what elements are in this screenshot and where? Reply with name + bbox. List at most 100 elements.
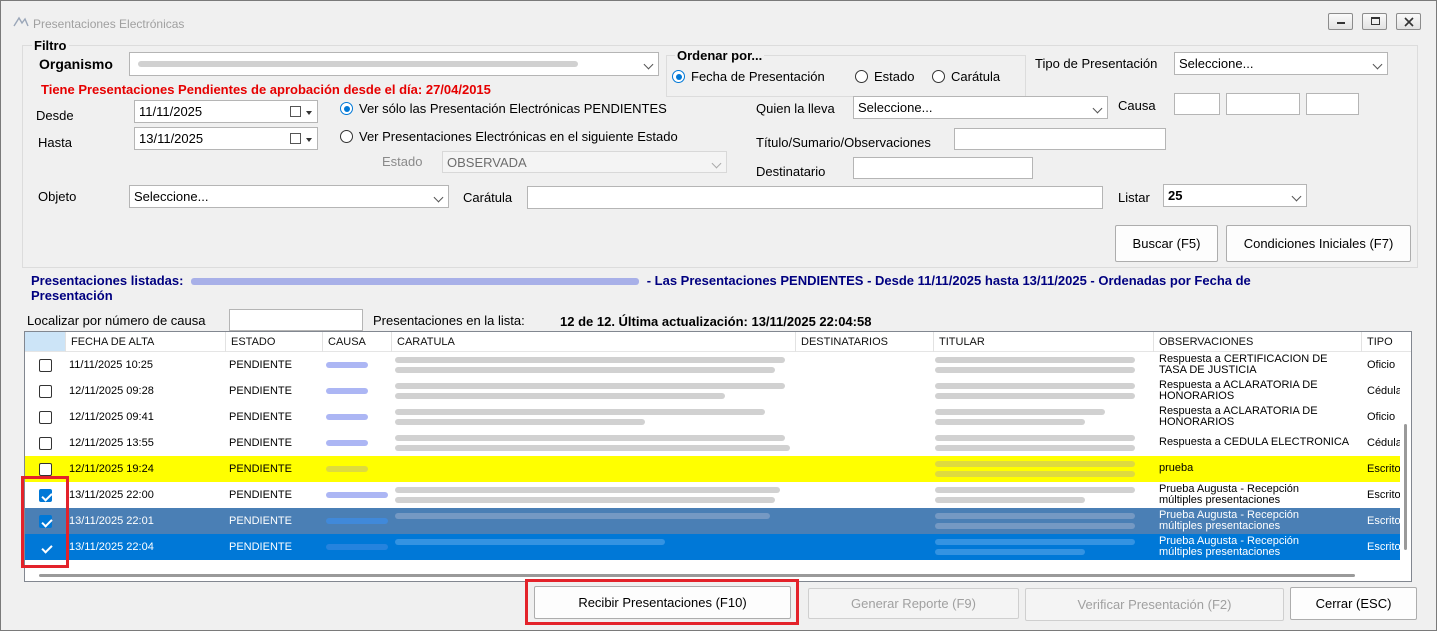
cell-causa-redacted[interactable] bbox=[326, 388, 368, 394]
cell-titular-redacted bbox=[935, 523, 1135, 529]
cell-titular-redacted bbox=[935, 409, 1105, 415]
radio-ordenar-fecha[interactable] bbox=[672, 70, 685, 83]
col-estado[interactable]: ESTADO bbox=[231, 336, 275, 348]
cell-observaciones: Respuesta a CERTIFICACION DE TASA DE JUST… bbox=[1159, 353, 1328, 376]
row-checkbox[interactable] bbox=[39, 385, 52, 398]
cell-causa-redacted[interactable] bbox=[326, 518, 388, 524]
table-row[interactable]: 12/11/2025 09:41 PENDIENTE Respuesta a ACL… bbox=[25, 404, 1400, 430]
listar-select[interactable]: 25 bbox=[1163, 184, 1307, 207]
chevron-down-icon bbox=[643, 59, 654, 70]
vertical-scroll-thumb[interactable] bbox=[1404, 424, 1407, 550]
tipo-select[interactable]: Seleccione... bbox=[1174, 52, 1388, 75]
col-observaciones[interactable]: OBSERVACIONES bbox=[1159, 336, 1253, 348]
table-row[interactable]: 13/11/2025 22:00 PENDIENTE Prueba Augusta … bbox=[25, 482, 1400, 508]
hasta-label: Hasta bbox=[38, 135, 72, 150]
quien-label: Quien la lleva bbox=[756, 101, 835, 116]
horizontal-scroll-thumb[interactable] bbox=[39, 574, 1355, 577]
cell-causa-redacted[interactable] bbox=[326, 492, 388, 498]
cell-caratula-redacted bbox=[395, 539, 665, 545]
select-all-header[interactable] bbox=[25, 332, 65, 351]
minimize-button[interactable] bbox=[1328, 13, 1353, 30]
objeto-value: Seleccione... bbox=[134, 189, 209, 204]
objeto-select[interactable]: Seleccione... bbox=[129, 185, 449, 208]
cell-caratula-redacted bbox=[395, 419, 645, 425]
localizar-input[interactable] bbox=[229, 309, 363, 331]
cell-titular-redacted bbox=[935, 393, 1135, 399]
cell-causa-redacted[interactable] bbox=[326, 466, 368, 472]
radio-ordenar-estado[interactable] bbox=[855, 70, 868, 83]
radio-ordenar-caratula[interactable] bbox=[932, 70, 945, 83]
ordenar-fecha-label[interactable]: Fecha de Presentación bbox=[691, 69, 825, 84]
table-row[interactable]: 13/11/2025 22:04 PENDIENTE Prueba Augusta … bbox=[25, 534, 1400, 560]
calendar-icon[interactable] bbox=[290, 133, 301, 144]
col-causa[interactable]: CAUSA bbox=[328, 336, 366, 348]
estado-label: Estado bbox=[382, 154, 423, 169]
titulo-label: Título/Sumario/Observaciones bbox=[756, 135, 931, 150]
tipo-value: Seleccione... bbox=[1179, 56, 1254, 71]
cell-titular-redacted bbox=[935, 461, 1135, 467]
destinatario-input[interactable] bbox=[853, 157, 1033, 179]
table-row[interactable]: 11/11/2025 10:25 PENDIENTE Respuesta a CER… bbox=[25, 352, 1400, 378]
caratula-input[interactable] bbox=[527, 186, 1103, 209]
cell-tipo: Oficio bbox=[1367, 411, 1396, 423]
cell-causa-redacted[interactable] bbox=[326, 414, 368, 420]
col-fecha[interactable]: FECHA DE ALTA bbox=[71, 336, 154, 348]
grid-header: FECHA DE ALTA ESTADO CAUSA CARATULA DEST… bbox=[25, 332, 1411, 352]
presentaciones-grid: FECHA DE ALTA ESTADO CAUSA CARATULA DEST… bbox=[24, 331, 1412, 582]
row-checkbox[interactable] bbox=[39, 359, 52, 372]
row-checkbox[interactable] bbox=[39, 411, 52, 424]
cell-tipo: Escrito bbox=[1367, 489, 1400, 501]
causa-input-1[interactable] bbox=[1174, 93, 1220, 115]
causa-input-3[interactable] bbox=[1306, 93, 1359, 115]
cell-causa-redacted[interactable] bbox=[326, 440, 368, 446]
hasta-date-input[interactable]: 13/11/2025 bbox=[134, 127, 318, 150]
condiciones-iniciales-button[interactable]: Condiciones Iniciales (F7) bbox=[1226, 225, 1411, 262]
table-row[interactable]: 12/11/2025 13:55 PENDIENTE Respuesta a CED… bbox=[25, 430, 1400, 456]
close-button[interactable] bbox=[1396, 13, 1421, 30]
verificar-presentacion-button[interactable]: Verificar Presentación (F2) bbox=[1025, 588, 1284, 621]
radio-estado-label[interactable]: Ver Presentaciones Electrónicas en el si… bbox=[359, 129, 678, 144]
cell-fecha: 12/11/2025 09:28 bbox=[69, 385, 154, 397]
summary-suffix: - Las Presentaciones PENDIENTES - Desde … bbox=[646, 273, 1251, 288]
col-tipo[interactable]: TIPO bbox=[1367, 336, 1393, 348]
ordenar-estado-label[interactable]: Estado bbox=[874, 69, 914, 84]
calendar-icon[interactable] bbox=[290, 106, 301, 117]
maximize-button[interactable] bbox=[1362, 13, 1387, 30]
buscar-button[interactable]: Buscar (F5) bbox=[1115, 225, 1218, 262]
causa-input-2[interactable] bbox=[1226, 93, 1300, 115]
cell-causa-redacted[interactable] bbox=[326, 544, 388, 550]
cell-titular-redacted bbox=[935, 549, 1085, 555]
summary-line-1: Presentaciones listadas: - Las Presentac… bbox=[31, 273, 1251, 288]
col-caratula[interactable]: CARATULA bbox=[397, 336, 455, 348]
table-row[interactable]: 12/11/2025 09:28 PENDIENTE Respuesta a ACL… bbox=[25, 378, 1400, 404]
app-logo-icon bbox=[13, 16, 29, 27]
cell-titular-redacted bbox=[935, 539, 1135, 545]
col-titular[interactable]: TITULAR bbox=[939, 336, 985, 348]
cell-causa-redacted[interactable] bbox=[326, 362, 368, 368]
radio-estado[interactable] bbox=[340, 130, 353, 143]
col-destinatarios[interactable]: DESTINATARIOS bbox=[801, 336, 888, 348]
cell-fecha: 13/11/2025 22:00 bbox=[69, 489, 154, 501]
row-checkbox[interactable] bbox=[39, 463, 52, 476]
estado-select[interactable]: OBSERVADA bbox=[442, 151, 727, 173]
desde-date-input[interactable]: 11/11/2025 bbox=[134, 100, 318, 123]
minimize-icon bbox=[1337, 22, 1345, 24]
row-checkbox[interactable] bbox=[39, 437, 52, 450]
radio-pendientes-label[interactable]: Ver sólo las Presentación Electrónicas P… bbox=[359, 101, 667, 116]
cell-estado: PENDIENTE bbox=[229, 541, 292, 553]
estado-value: OBSERVADA bbox=[447, 155, 527, 170]
cell-fecha: 11/11/2025 10:25 bbox=[69, 359, 154, 371]
ordenar-caratula-label[interactable]: Carátula bbox=[951, 69, 1000, 84]
cell-titular-redacted bbox=[935, 383, 1135, 389]
cerrar-button[interactable]: Cerrar (ESC) bbox=[1290, 587, 1417, 620]
generar-reporte-button[interactable]: Generar Reporte (F9) bbox=[808, 588, 1019, 619]
chevron-down-icon bbox=[711, 158, 722, 169]
radio-pendientes[interactable] bbox=[340, 102, 353, 115]
table-row[interactable]: 12/11/2025 19:24 PENDIENTE prueba Escrito bbox=[25, 456, 1400, 482]
organismo-select[interactable] bbox=[129, 52, 659, 76]
titulo-input[interactable] bbox=[954, 128, 1166, 150]
table-row[interactable]: 13/11/2025 22:01 PENDIENTE Prueba Augusta … bbox=[25, 508, 1400, 534]
caratula-label: Carátula bbox=[463, 190, 513, 205]
summary-line-2: Presentación bbox=[31, 288, 113, 303]
quien-select[interactable]: Seleccione... bbox=[853, 96, 1108, 119]
